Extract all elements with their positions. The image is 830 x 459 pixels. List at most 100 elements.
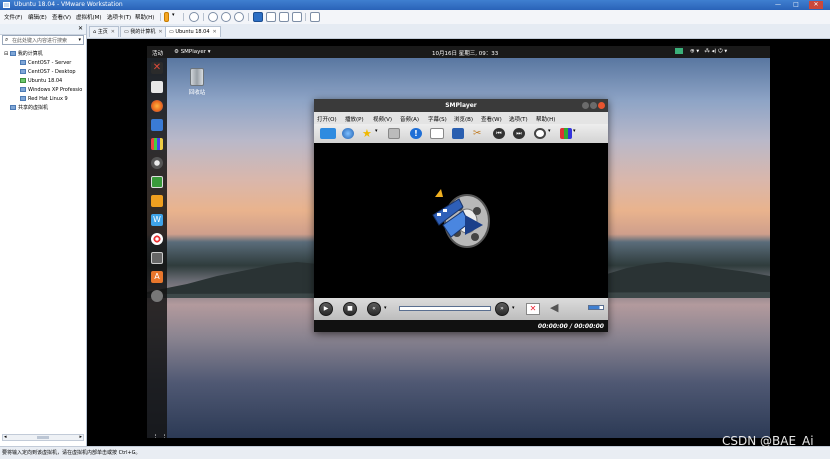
volume-slider[interactable] — [588, 305, 604, 310]
input-method-icon[interactable]: ⊕ ▾ — [690, 49, 699, 55]
menu-options[interactable]: 选项(T) — [509, 115, 528, 123]
close-button[interactable]: ✕ — [809, 1, 823, 9]
power-icon[interactable]: ⏻ ▾ — [718, 49, 727, 55]
image-viewer-icon[interactable] — [151, 176, 163, 188]
favorites-star-icon[interactable]: ★ — [362, 128, 374, 139]
library-view-icon[interactable] — [253, 12, 263, 22]
menu-edit[interactable]: 编辑(E) — [28, 13, 47, 21]
close-library-icon[interactable]: ✕ — [78, 25, 83, 32]
scroll-right-icon[interactable]: ▸ — [79, 434, 82, 440]
revert-snapshot-icon[interactable] — [221, 12, 231, 22]
tree-shared[interactable]: 共享的虚拟机 — [10, 104, 48, 112]
trash-desktop-icon[interactable]: 回收站 — [183, 66, 211, 102]
chevron-down-icon[interactable]: ▾ — [172, 12, 178, 22]
firefox-icon[interactable] — [151, 100, 163, 112]
snapshot-icon[interactable] — [208, 12, 218, 22]
close-tab-icon[interactable]: ✕ — [158, 29, 162, 35]
scroll-left-icon[interactable]: ◂ — [4, 434, 7, 440]
chevron-down-icon[interactable]: ▾ — [78, 37, 81, 43]
chevron-down-icon[interactable]: ▾ — [548, 128, 553, 139]
fullscreen-icon[interactable]: ✕ — [526, 303, 540, 315]
tree-root[interactable]: ⊟ 我的计算机 — [4, 50, 43, 58]
wps-icon[interactable]: W — [151, 214, 163, 226]
menu-file[interactable]: 文件(F) — [4, 13, 22, 21]
library-search-input[interactable]: ⌕ 在此处键入内容进行搜索 ▾ — [2, 35, 84, 45]
suspend-icon[interactable] — [164, 12, 169, 22]
unity-icon[interactable] — [292, 12, 302, 22]
menu-view[interactable]: 查看(W) — [481, 115, 502, 123]
menu-tabs[interactable]: 选项卡(T) — [107, 13, 131, 21]
disc-icon[interactable] — [151, 157, 163, 169]
ontop-icon[interactable] — [534, 128, 546, 139]
snapshot-manager-icon[interactable] — [234, 12, 244, 22]
menu-subtitles[interactable]: 字幕(S) — [428, 115, 447, 123]
close-tab-icon[interactable]: ✕ — [111, 29, 115, 35]
open-file-icon[interactable] — [320, 128, 336, 139]
tree-vm-item[interactable]: Ubuntu 18.04 — [20, 77, 62, 85]
minimize-button[interactable] — [582, 102, 589, 109]
chevron-down-icon[interactable]: ▾ — [573, 128, 578, 139]
smplayer-titlebar[interactable]: SMPlayer — [314, 99, 608, 112]
info-icon[interactable]: ! — [410, 128, 422, 139]
fullscreen-icon[interactable] — [279, 12, 289, 22]
forward-button[interactable]: » — [495, 302, 509, 316]
sublime-icon[interactable] — [151, 195, 163, 207]
chevron-down-icon[interactable]: ▾ — [375, 128, 380, 139]
terminal-icon[interactable] — [151, 252, 163, 264]
menu-play[interactable]: 播放(P) — [345, 115, 364, 123]
close-tab-icon[interactable]: ✕ — [213, 29, 217, 35]
console-view-icon[interactable] — [310, 12, 320, 22]
network-icon[interactable]: ⁂ — [704, 49, 710, 55]
software-center-icon[interactable]: A — [151, 271, 163, 283]
screenshot-icon[interactable] — [388, 128, 400, 139]
close-button[interactable] — [598, 102, 605, 109]
maximize-button[interactable] — [590, 102, 597, 109]
indicator-icon[interactable] — [675, 48, 683, 54]
menu-audio[interactable]: 音频(A) — [400, 115, 419, 123]
stop-button[interactable]: ■ — [343, 302, 357, 316]
tree-vm-item[interactable]: Red Hat Linux 9 — [20, 95, 68, 103]
activities-button[interactable]: 活动 — [152, 49, 163, 57]
tab-ubuntu[interactable]: ▭ Ubuntu 18.04 ✕ — [165, 26, 221, 37]
tree-vm-item[interactable]: CentOS7 - Desktop — [20, 68, 76, 76]
equalizer-icon[interactable] — [452, 128, 464, 139]
library-horizontal-scrollbar[interactable]: ◂ ▸ — [2, 434, 84, 441]
collapse-icon[interactable]: ⊟ — [4, 51, 8, 57]
show-applications-icon[interactable]: ⋮⋮ — [151, 433, 169, 438]
system-tray[interactable]: ⊕ ▾ ⁂ ◂) ⏻ ▾ — [675, 48, 727, 56]
menu-browse[interactable]: 浏览(B) — [454, 115, 473, 123]
clock[interactable]: 10月16日 星期三, 09：33 — [432, 49, 498, 57]
app-grid-colors-icon[interactable] — [151, 138, 163, 150]
video-area[interactable] — [314, 143, 608, 298]
volume-icon[interactable]: ◂) — [712, 49, 717, 55]
chevron-down-icon[interactable]: ▾ — [512, 305, 515, 311]
send-ctrl-alt-del-icon[interactable] — [189, 12, 199, 22]
menu-video[interactable]: 视频(V) — [373, 115, 392, 123]
app-menu[interactable]: ⚙ SMPlayer ▾ — [174, 49, 211, 55]
skins-icon[interactable] — [560, 128, 572, 139]
tree-vm-item[interactable]: CentOS7 - Server — [20, 59, 71, 67]
thunderbird-icon[interactable] — [151, 119, 163, 131]
crossover-icon[interactable]: ✕ — [151, 62, 163, 74]
smplayer-window[interactable]: SMPlayer 打开(O) 播放(P) 视频(V) 音频(A) 字幕(S) 浏… — [314, 99, 608, 332]
tree-vm-item[interactable]: Windows XP Professio — [20, 86, 82, 94]
menu-help[interactable]: 帮助(H) — [135, 13, 154, 21]
smplayer-dock-icon[interactable] — [151, 290, 163, 302]
preferences-tools-icon[interactable]: ✂ — [473, 128, 485, 139]
tab-home[interactable]: ⌂ 主页 ✕ — [89, 26, 119, 37]
tab-my-computer[interactable]: ▭ 我的计算机 ✕ — [120, 26, 167, 37]
minimize-button[interactable]: — — [771, 1, 785, 9]
mute-icon[interactable]: ◀ — [550, 301, 558, 314]
playlist-icon[interactable] — [430, 128, 444, 139]
chevron-down-icon[interactable]: ▾ — [384, 305, 387, 311]
help-icon[interactable] — [151, 233, 163, 245]
play-button[interactable]: ▶ — [319, 302, 333, 316]
seek-bar[interactable] — [399, 306, 491, 311]
rewind-button[interactable]: « — [367, 302, 381, 316]
files-icon[interactable] — [151, 81, 163, 93]
previous-icon[interactable]: ⏮ — [493, 128, 505, 139]
menu-view[interactable]: 查看(V) — [52, 13, 71, 21]
menu-vm[interactable]: 虚拟机(M) — [76, 13, 102, 21]
thumbnail-view-icon[interactable] — [266, 12, 276, 22]
next-icon[interactable]: ⏭ — [513, 128, 525, 139]
